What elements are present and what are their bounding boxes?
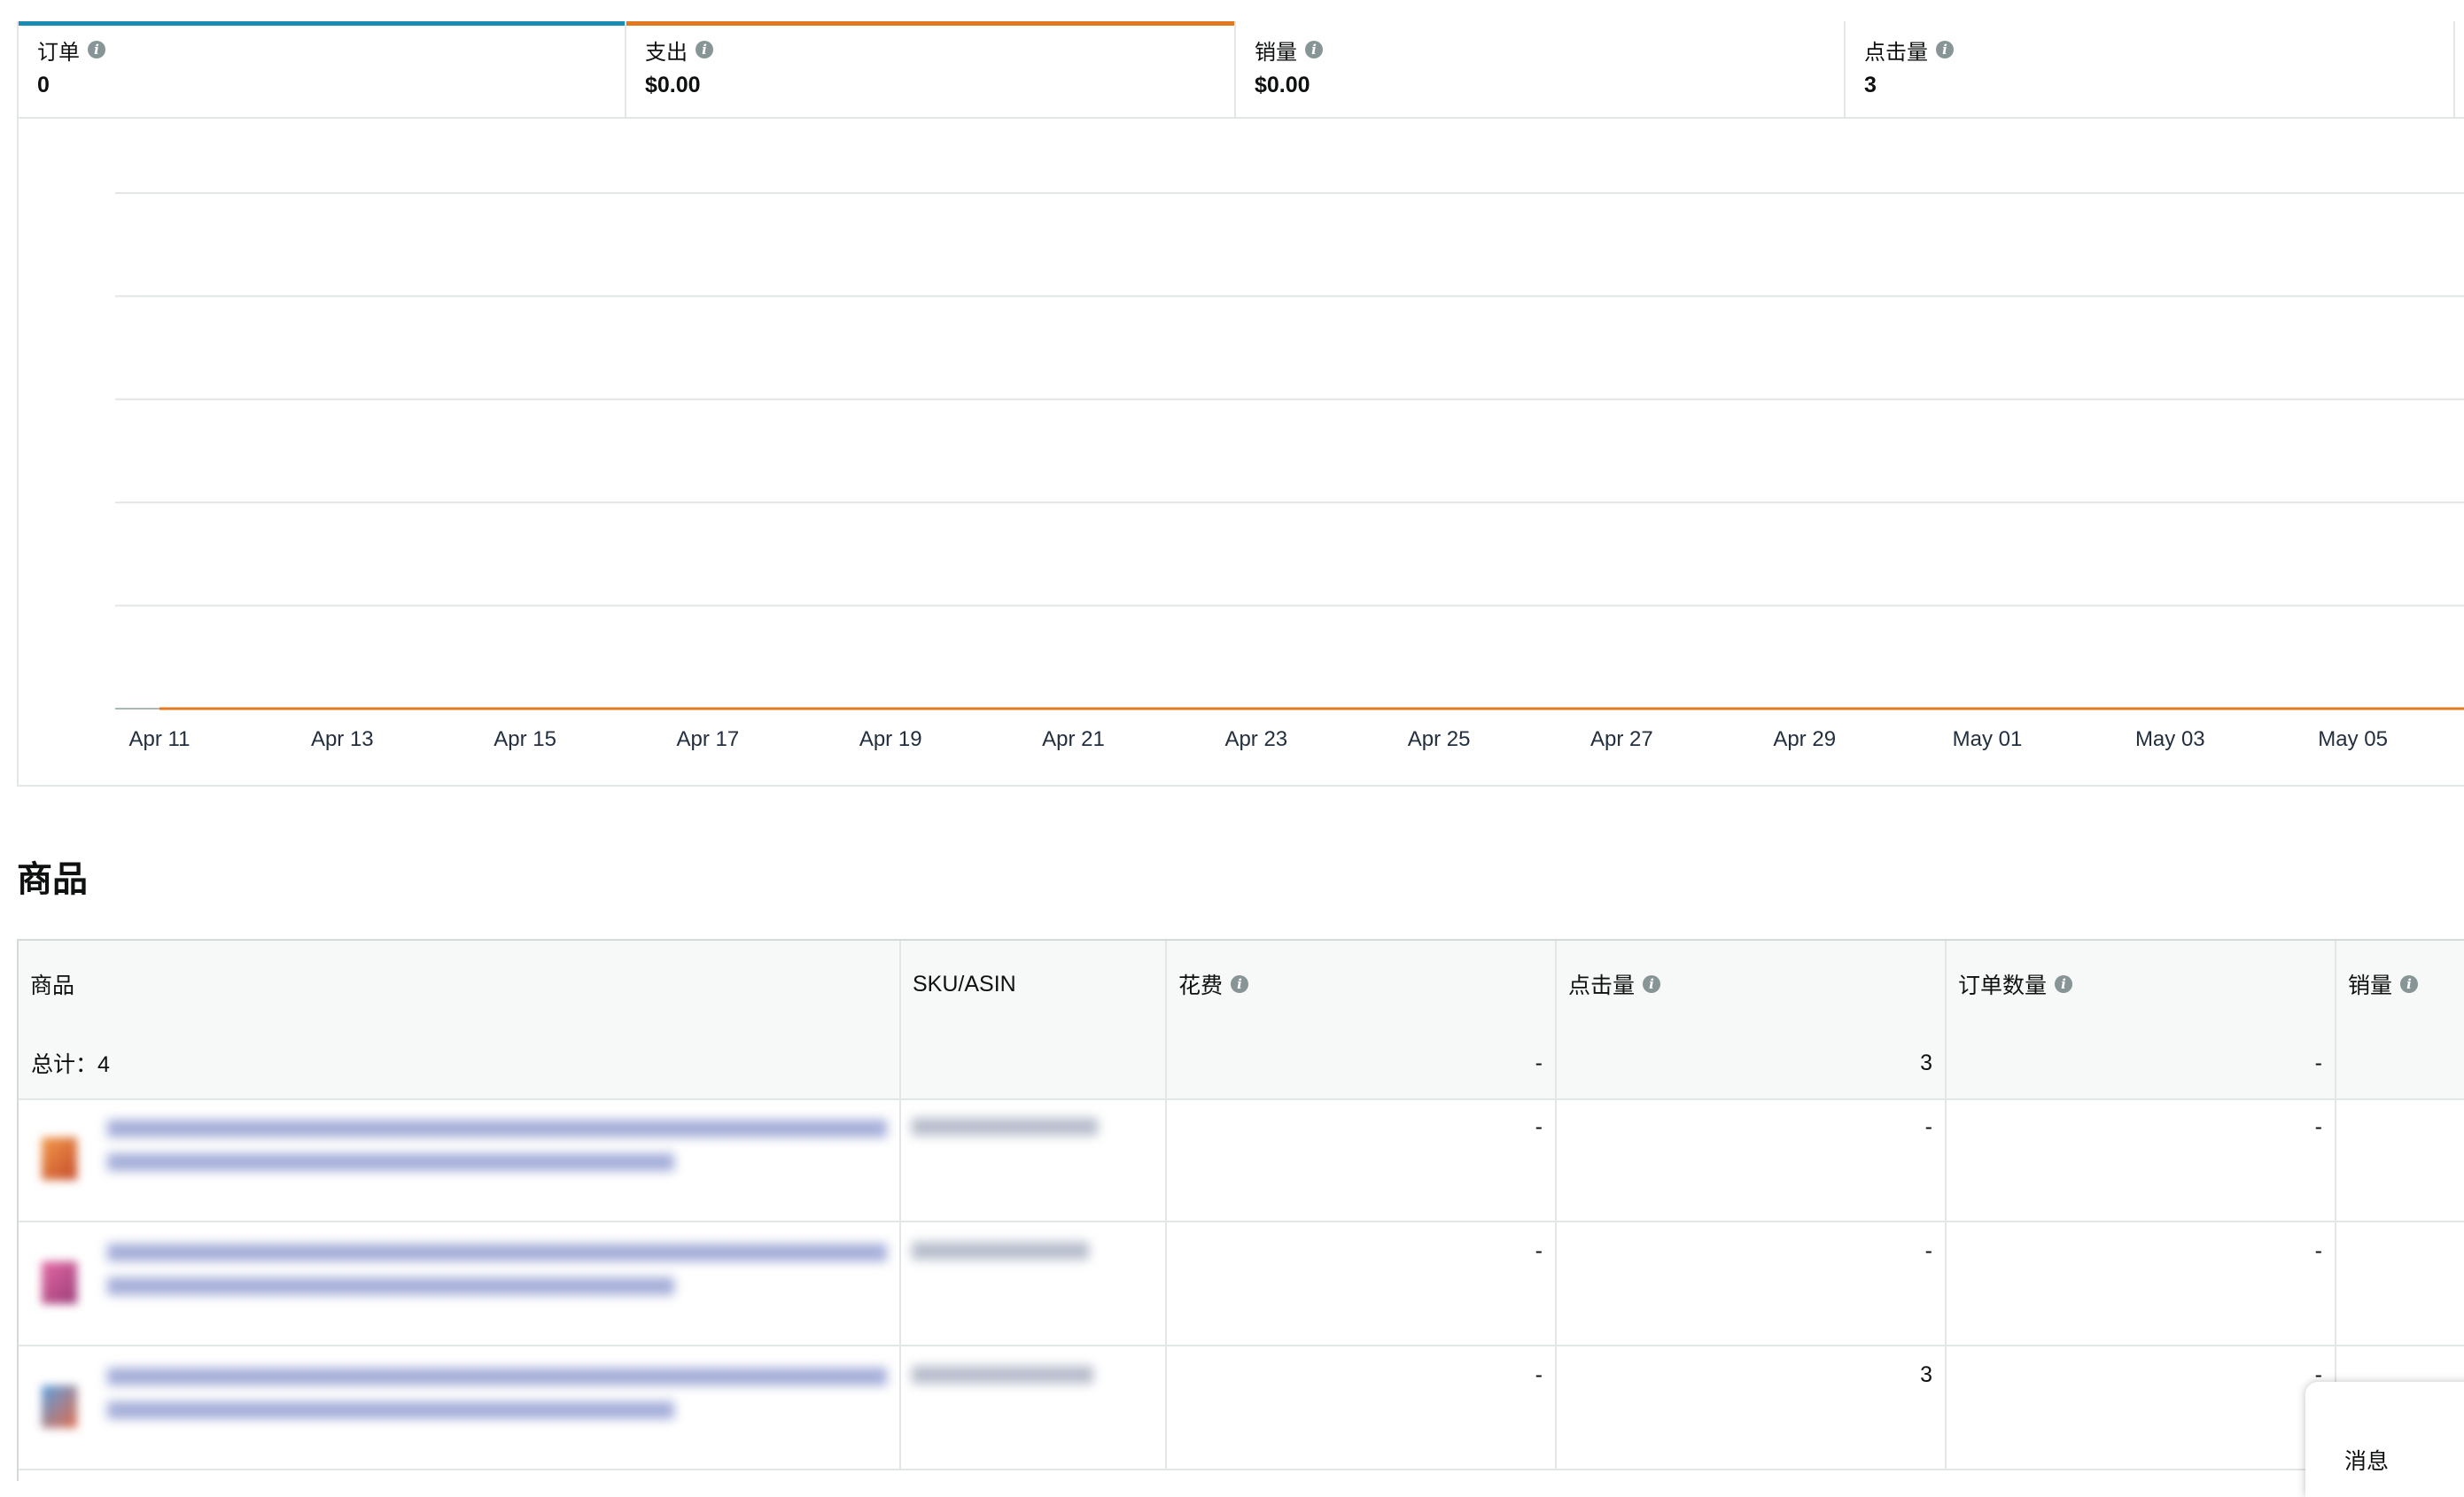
product-thumbnail [42, 1261, 77, 1304]
column-header-cost[interactable]: 花费 i [1167, 941, 1557, 1028]
sku-blurred [912, 1366, 1093, 1384]
line-chart: Apr 11 Apr 13 Apr 15 Apr 17 Apr 19 Apr 21 Apr … [115, 192, 2464, 751]
x-tick-label: Apr 17 [677, 727, 740, 751]
orders-cell: - [1947, 1346, 2336, 1469]
cost-cell: - [1167, 1098, 1557, 1221]
table-row[interactable]: - - - [19, 1098, 2464, 1222]
x-tick-label: May 05 [2318, 727, 2388, 751]
products-table: 商品 SKU/ASIN 花费 i 点击量 i 订单数量 i 销量 i 总计：4 - 3 … [17, 939, 2464, 1481]
x-tick-label: May 03 [2135, 727, 2205, 751]
x-tick-label: Apr 15 [494, 727, 556, 751]
info-icon[interactable]: i [1305, 41, 1323, 58]
column-header-clicks[interactable]: 点击量 i [1557, 941, 1947, 1028]
info-icon[interactable]: i [88, 41, 105, 58]
product-thumbnail [42, 1385, 77, 1428]
metric-value: $0.00 [645, 73, 701, 97]
x-tick-label: Apr 27 [1590, 727, 1653, 751]
messages-button[interactable]: 消息 [2305, 1382, 2464, 1497]
metric-value: 0 [37, 73, 50, 97]
table-row[interactable]: - - - [19, 1222, 2464, 1346]
metric-label: 销量 [1255, 40, 1297, 65]
info-icon[interactable]: i [1231, 975, 1249, 993]
info-icon[interactable]: i [2055, 975, 2073, 993]
total-sales [2336, 1028, 2464, 1098]
metric-value: 3 [1864, 73, 1877, 97]
sku-blurred [912, 1118, 1098, 1136]
total-label: 总计：4 [19, 1028, 901, 1098]
column-header-orders[interactable]: 订单数量 i [1947, 941, 2336, 1028]
orders-cell: - [1947, 1098, 2336, 1221]
info-icon[interactable]: i [1643, 975, 1661, 993]
product-name-blurred [107, 1401, 674, 1419]
info-icon[interactable]: i [2400, 975, 2419, 993]
sku-cell [901, 1346, 1167, 1469]
x-tick-label: Apr 29 [1773, 727, 1836, 751]
info-icon[interactable]: i [696, 41, 713, 58]
metrics-tabs: 订单 i 0 支出 i $0.00 销量 i $0.00 点击量 i 3 [17, 21, 2464, 119]
x-tick-label: Apr 21 [1042, 727, 1105, 751]
clicks-cell: - [1557, 1098, 1947, 1221]
x-tick-label: Apr 23 [1224, 727, 1287, 751]
clicks-cell: 3 [1557, 1346, 1947, 1469]
product-name-blurred [107, 1244, 887, 1261]
product-thumbnail [42, 1137, 77, 1180]
column-header-sales[interactable]: 销量 i [2336, 941, 2464, 1028]
product-name-blurred [107, 1368, 887, 1385]
metric-label: 订单 [37, 40, 80, 65]
sales-cell [2336, 1098, 2464, 1221]
cost-cell: - [1167, 1346, 1557, 1469]
product-cell[interactable] [19, 1098, 901, 1221]
metric-label: 点击量 [1864, 40, 1928, 65]
total-clicks: 3 [1557, 1028, 1947, 1098]
metric-tab-spend[interactable]: 支出 i $0.00 [626, 21, 1236, 117]
total-orders: - [1947, 1028, 2336, 1098]
clicks-cell: - [1557, 1222, 1947, 1345]
product-name-blurred [107, 1120, 887, 1137]
total-cost: - [1167, 1028, 1557, 1098]
product-name-blurred [107, 1153, 674, 1171]
product-cell[interactable] [19, 1346, 901, 1469]
metric-active-bar [626, 21, 1234, 26]
metric-value: $0.00 [1255, 73, 1310, 97]
table-row[interactable]: - 3 - [19, 1346, 2464, 1470]
x-tick-label: Apr 11 [129, 727, 190, 751]
x-tick-label: Apr 25 [1408, 727, 1471, 751]
column-header-product[interactable]: 商品 [19, 941, 901, 1028]
x-tick-label: Apr 13 [311, 727, 374, 751]
total-sku [901, 1028, 1167, 1098]
cost-cell: - [1167, 1222, 1557, 1345]
sku-cell [901, 1098, 1167, 1221]
table-total-row: 总计：4 - 3 - [19, 1028, 2464, 1100]
sku-blurred [912, 1242, 1089, 1260]
metric-tab-clicks[interactable]: 点击量 i 3 [1846, 21, 2455, 117]
orders-cell: - [1947, 1222, 2336, 1345]
metric-tab-sales[interactable]: 销量 i $0.00 [1236, 21, 1846, 117]
metric-active-bar [19, 21, 625, 26]
product-name-blurred [107, 1277, 674, 1295]
metric-label: 支出 [645, 40, 688, 65]
product-cell[interactable] [19, 1222, 901, 1345]
performance-chart: Apr 11 Apr 13 Apr 15 Apr 17 Apr 19 Apr 21 Apr … [17, 117, 2464, 787]
sku-cell [901, 1222, 1167, 1345]
x-tick-label: Apr 19 [859, 727, 922, 751]
table-header: 商品 SKU/ASIN 花费 i 点击量 i 订单数量 i 销量 i [19, 941, 2464, 1029]
x-tick-label: May 01 [1953, 727, 2023, 751]
info-icon[interactable]: i [1936, 41, 1954, 58]
sales-cell [2336, 1222, 2464, 1345]
section-title: 商品 [17, 860, 88, 899]
metric-tab-orders[interactable]: 订单 i 0 [17, 21, 626, 117]
column-header-sku[interactable]: SKU/ASIN [901, 941, 1167, 1028]
